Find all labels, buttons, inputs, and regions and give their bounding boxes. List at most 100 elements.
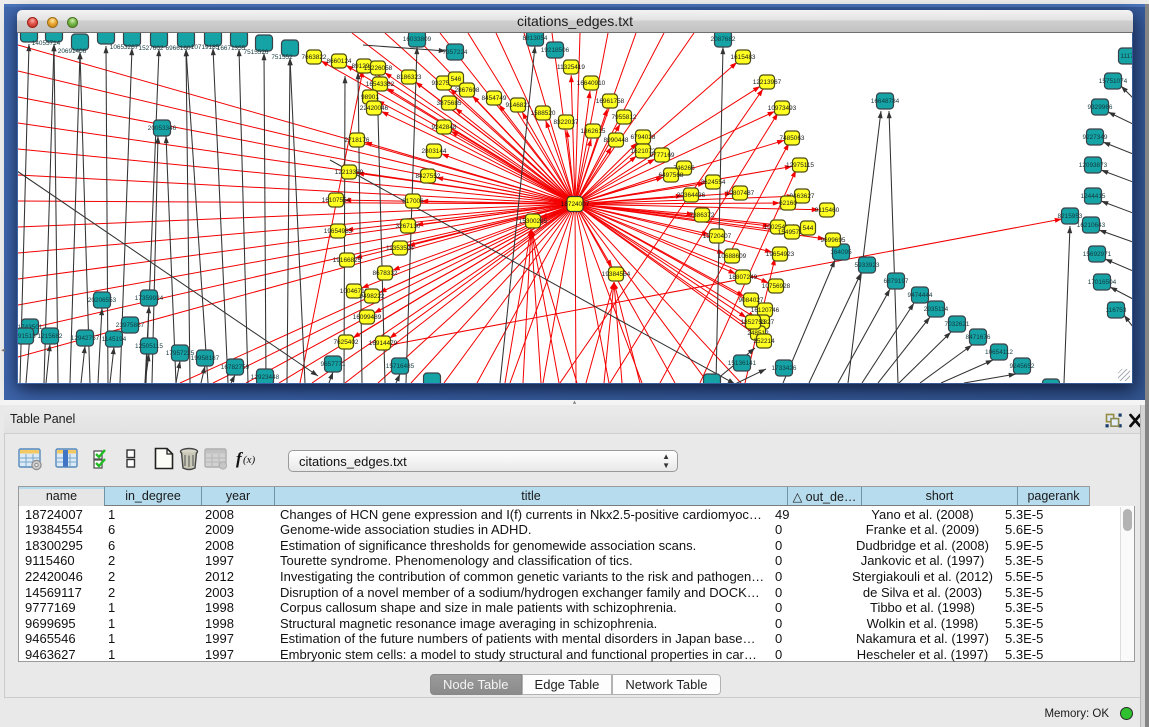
svg-text:1852753: 1852753 xyxy=(741,319,766,326)
svg-text:1588520: 1588520 xyxy=(531,110,556,117)
svg-text:15716485: 15716485 xyxy=(386,363,415,370)
svg-text:19218506: 19218506 xyxy=(541,47,570,54)
svg-text:19166825: 19166825 xyxy=(333,257,362,264)
svg-text:16671355: 16671355 xyxy=(217,45,246,52)
svg-text:7386372: 7386372 xyxy=(690,212,715,219)
svg-text:8186323: 8186323 xyxy=(397,74,422,81)
svg-text:16914479: 16914479 xyxy=(369,340,398,347)
svg-text:23975867: 23975867 xyxy=(116,322,145,329)
svg-text:7485063: 7485063 xyxy=(780,135,805,142)
svg-text:62160: 62160 xyxy=(779,200,797,207)
svg-text:15136141: 15136141 xyxy=(728,360,757,367)
svg-text:8427552: 8427552 xyxy=(416,173,441,180)
svg-text:18807249: 18807249 xyxy=(729,274,758,281)
svg-text:16210643: 16210643 xyxy=(1077,222,1106,229)
svg-text:8990448: 8990448 xyxy=(604,137,629,144)
svg-text:2935114: 2935114 xyxy=(924,306,949,313)
svg-text:8454749: 8454749 xyxy=(482,95,507,102)
svg-text:20206553: 20206553 xyxy=(88,297,117,304)
svg-text:11353594: 11353594 xyxy=(386,245,414,252)
svg-text:8322037: 8322037 xyxy=(554,119,579,126)
svg-text:10973493: 10973493 xyxy=(768,105,797,112)
svg-text:6497568: 6497568 xyxy=(659,172,684,179)
svg-text:7663822: 7663822 xyxy=(302,54,327,61)
svg-text:7515526: 7515526 xyxy=(244,49,269,56)
svg-text:751552: 751552 xyxy=(271,54,293,61)
svg-text:8678332: 8678332 xyxy=(373,270,398,277)
svg-text:7625402: 7625402 xyxy=(334,339,359,346)
svg-text:9657771: 9657771 xyxy=(321,361,346,368)
svg-text:2803144: 2803144 xyxy=(422,148,447,155)
svg-text:19958187: 19958187 xyxy=(191,355,220,362)
svg-text:20053346: 20053346 xyxy=(148,125,177,132)
svg-text:15692971: 15692971 xyxy=(1083,251,1112,258)
svg-text:2718176: 2718176 xyxy=(345,137,370,144)
svg-text:1615483: 1615483 xyxy=(731,54,756,61)
svg-text:544: 544 xyxy=(803,225,814,232)
svg-text:10688609: 10688609 xyxy=(718,253,747,260)
svg-text:5933923: 5933923 xyxy=(855,262,880,269)
svg-text:19654983: 19654983 xyxy=(324,228,353,235)
svg-text:3875685: 3875685 xyxy=(437,100,462,107)
svg-text:9498222: 9498222 xyxy=(360,293,385,300)
svg-text:7357224: 7357224 xyxy=(443,49,468,56)
svg-text:116753: 116753 xyxy=(1106,307,1127,314)
svg-text:1527602: 1527602 xyxy=(139,45,164,52)
svg-text:1215682: 1215682 xyxy=(38,333,63,340)
svg-text:9329966: 9329966 xyxy=(1088,104,1113,111)
svg-text:20364436: 20364436 xyxy=(677,192,706,199)
svg-text:8471676: 8471676 xyxy=(966,334,991,341)
svg-text:17016504: 17016504 xyxy=(1088,279,1117,286)
svg-text:391513: 391513 xyxy=(18,333,36,340)
svg-text:3267130: 3267130 xyxy=(396,223,421,230)
svg-text:8813054: 8813054 xyxy=(523,35,548,42)
svg-text:15300295: 15300295 xyxy=(519,218,548,225)
svg-text:18724007: 18724007 xyxy=(561,201,590,208)
svg-text:9245652: 9245652 xyxy=(1010,363,1035,370)
svg-text:6966160: 6966160 xyxy=(166,45,191,52)
svg-text:10756928: 10756928 xyxy=(762,283,791,290)
svg-text:7032621: 7032621 xyxy=(945,321,970,328)
svg-text:2087682: 2087682 xyxy=(711,36,736,43)
svg-text:12942757: 12942757 xyxy=(71,335,100,342)
svg-text:9115460: 9115460 xyxy=(815,207,840,214)
svg-text:6794028: 6794028 xyxy=(631,134,656,141)
svg-text:9146821: 9146821 xyxy=(506,102,531,109)
svg-text:17359924: 17359924 xyxy=(135,295,164,302)
svg-text:10807487: 10807487 xyxy=(726,190,755,197)
svg-text:16961758: 16961758 xyxy=(596,98,625,105)
svg-text:12505115: 12505115 xyxy=(135,343,163,350)
svg-text:1117: 1117 xyxy=(1120,53,1132,60)
svg-text:13226058: 13226058 xyxy=(364,65,393,72)
svg-text:15751074: 15751074 xyxy=(1099,78,1128,85)
svg-text:9699695: 9699695 xyxy=(821,237,846,244)
svg-text:15720407: 15720407 xyxy=(703,233,732,240)
svg-text:9777169: 9777169 xyxy=(650,152,675,159)
svg-text:16543382: 16543382 xyxy=(366,81,395,88)
svg-text:14055714: 14055714 xyxy=(32,40,61,47)
svg-text:9474444: 9474444 xyxy=(908,292,933,299)
svg-text:16648784: 16648784 xyxy=(871,98,900,105)
svg-text:20691406: 20691406 xyxy=(58,48,87,55)
svg-text:8660124: 8660124 xyxy=(327,58,352,65)
svg-text:252214: 252214 xyxy=(753,338,775,345)
svg-text:817006: 817006 xyxy=(402,198,424,205)
svg-text:16120746: 16120746 xyxy=(751,307,780,314)
svg-text:1733426: 1733426 xyxy=(772,365,797,372)
svg-text:22420046: 22420046 xyxy=(360,105,389,112)
svg-text:11325419: 11325419 xyxy=(557,64,585,71)
svg-text:164095: 164095 xyxy=(830,249,852,256)
svg-text:16782759: 16782759 xyxy=(221,364,250,371)
svg-text:546: 546 xyxy=(451,76,462,83)
svg-text:16640910: 16640910 xyxy=(577,80,606,87)
svg-text:1145194: 1145194 xyxy=(102,336,127,343)
svg-text:9084027: 9084027 xyxy=(739,297,764,304)
svg-text:10653267: 10653267 xyxy=(110,44,139,51)
svg-text:1244415: 1244415 xyxy=(1081,193,1106,200)
svg-text:12975115: 12975115 xyxy=(786,162,814,169)
svg-text:19384554: 19384554 xyxy=(602,271,631,278)
svg-text:12093873: 12093873 xyxy=(1079,162,1108,169)
svg-text:10654112: 10654112 xyxy=(985,349,1013,356)
svg-text:8215953: 8215953 xyxy=(1058,213,1083,220)
svg-text:7955812: 7955812 xyxy=(612,114,637,121)
